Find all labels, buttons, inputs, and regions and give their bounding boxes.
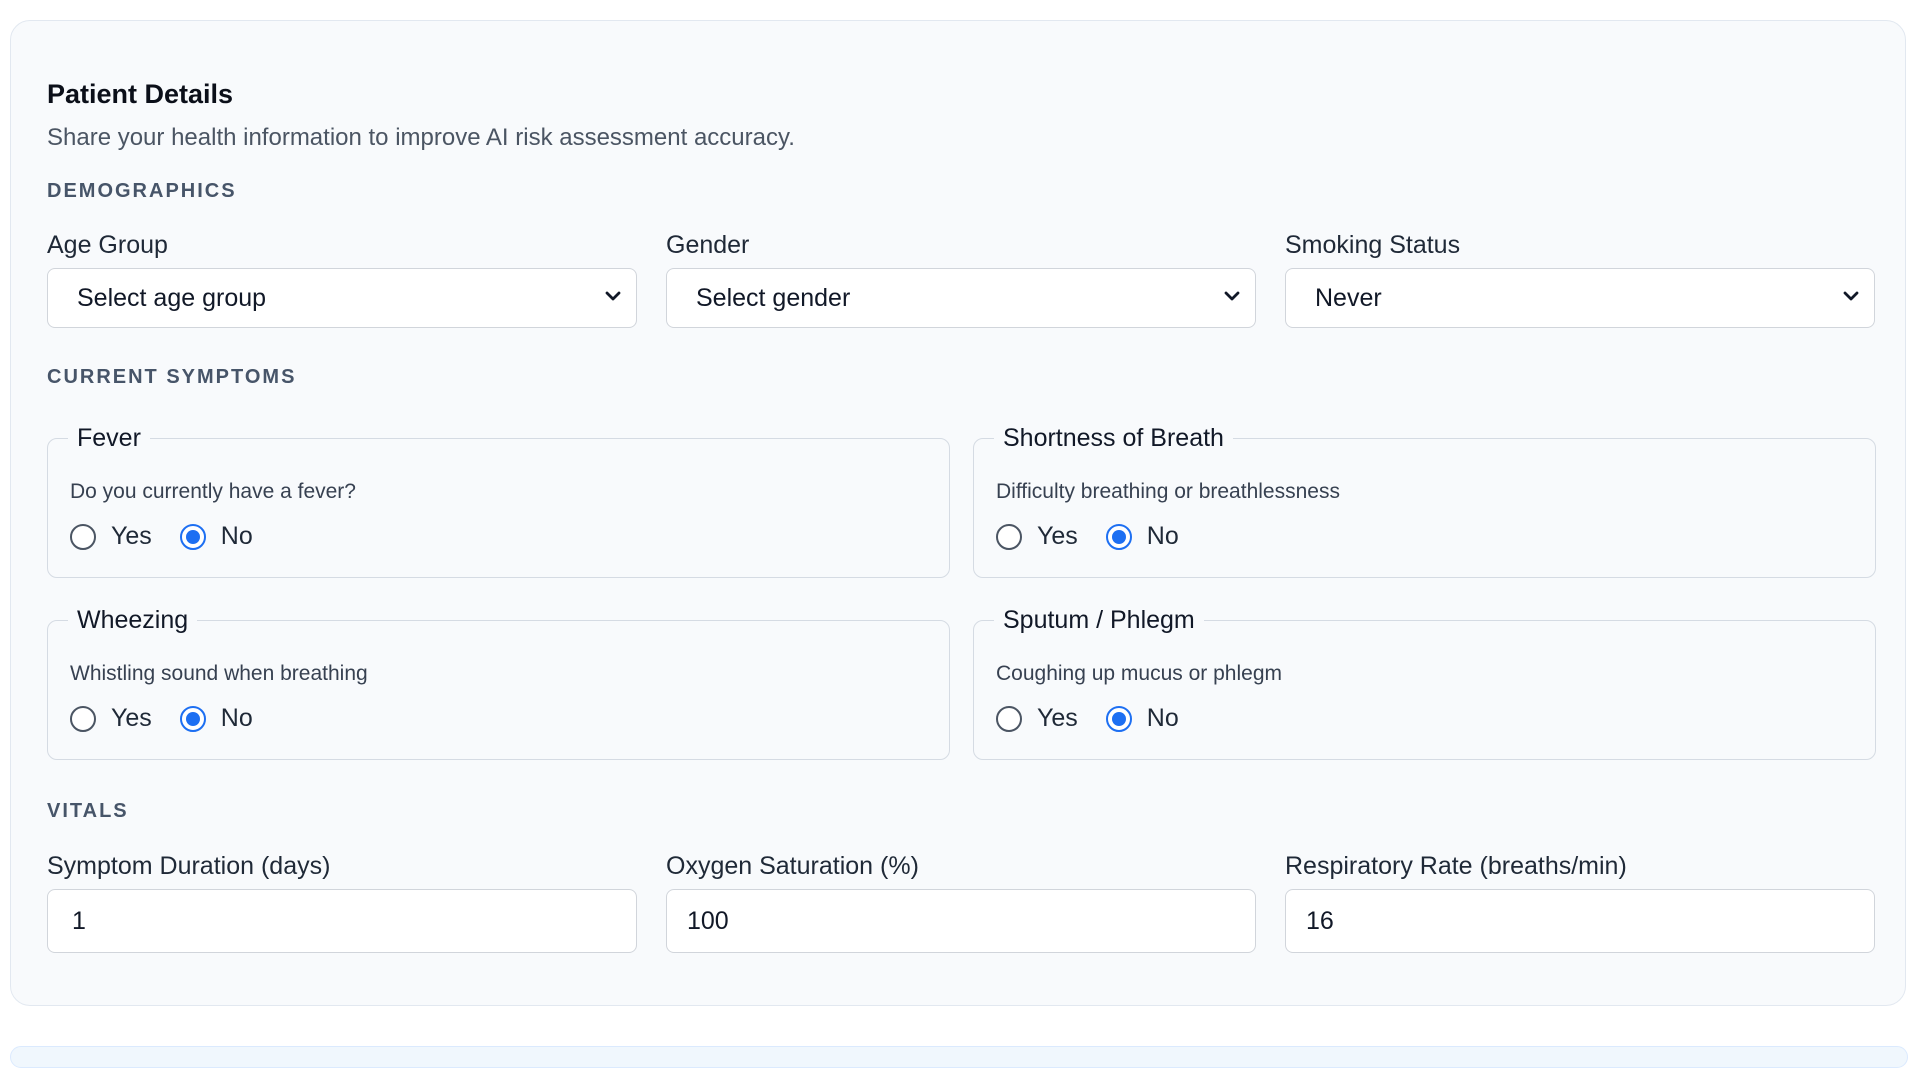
age-group-field: Age Group Select age group <box>47 229 637 328</box>
symptom-legend: Wheezing <box>68 603 198 637</box>
radio-label-no: No <box>1146 522 1179 550</box>
card-subtitle: Share your health information to improve… <box>47 124 795 151</box>
radio-label-yes: Yes <box>1037 704 1078 732</box>
radio-group: Yes No <box>996 704 1207 733</box>
symptoms-row-1: Fever Do you currently have a fever? Yes… <box>47 421 1876 578</box>
section-label-demographics: DEMOGRAPHICS <box>47 180 237 202</box>
symptom-description: Difficulty breathing or breathlessness <box>996 480 1340 503</box>
radio-no[interactable] <box>1105 523 1132 550</box>
chevron-down-icon <box>1843 291 1859 301</box>
radio-label-yes: Yes <box>111 704 152 732</box>
radio-group: Yes No <box>70 704 281 733</box>
symptom-duration-input[interactable]: 1 <box>47 889 637 953</box>
radio-option-yes[interactable]: Yes <box>70 522 152 551</box>
radio-label-yes: Yes <box>1037 522 1078 550</box>
oxygen-saturation-label: Oxygen Saturation (%) <box>666 852 919 880</box>
symptom-legend: Shortness of Breath <box>994 421 1233 455</box>
chevron-down-icon <box>1224 291 1240 301</box>
radio-option-yes[interactable]: Yes <box>996 704 1078 733</box>
oxygen-saturation-field: Oxygen Saturation (%) 100 <box>666 850 1256 953</box>
section-label-current-symptoms: CURRENT SYMPTOMS <box>47 366 297 388</box>
radio-no[interactable] <box>1105 705 1132 732</box>
smoking-status-label: Smoking Status <box>1285 231 1461 259</box>
symptom-duration-field: Symptom Duration (days) 1 <box>47 850 637 953</box>
symptom-description: Whistling sound when breathing <box>70 662 368 685</box>
symptom-legend: Fever <box>68 421 150 455</box>
symptom-fever: Fever Do you currently have a fever? Yes… <box>47 421 950 578</box>
radio-option-no[interactable]: No <box>179 704 253 733</box>
smoking-status-field: Smoking Status Never <box>1285 229 1875 328</box>
radio-label-yes: Yes <box>111 522 152 550</box>
vitals-row: Symptom Duration (days) 1 Oxygen Saturat… <box>47 850 1875 953</box>
symptom-duration-label: Symptom Duration (days) <box>47 852 331 880</box>
symptoms-row-2: Wheezing Whistling sound when breathing … <box>47 603 1876 760</box>
patient-details-card: Patient Details Share your health inform… <box>10 20 1906 1006</box>
radio-option-no[interactable]: No <box>1105 522 1179 551</box>
card-title: Patient Details <box>47 79 234 109</box>
radio-group: Yes No <box>996 522 1207 551</box>
gender-label: Gender <box>666 231 750 259</box>
respiratory-rate-field: Respiratory Rate (breaths/min) 16 <box>1285 850 1875 953</box>
smoking-status-select[interactable]: Never <box>1285 268 1875 328</box>
gender-select[interactable]: Select gender <box>666 268 1256 328</box>
symptom-description: Coughing up mucus or phlegm <box>996 662 1283 685</box>
symptom-wheezing: Wheezing Whistling sound when breathing … <box>47 603 950 760</box>
demographics-row: Age Group Select age group Gender Select… <box>47 229 1875 328</box>
symptom-description: Do you currently have a fever? <box>70 480 356 503</box>
section-label-vitals: VITALS <box>47 800 129 822</box>
radio-yes[interactable] <box>70 705 96 732</box>
age-group-select[interactable]: Select age group <box>47 268 637 328</box>
radio-yes[interactable] <box>996 523 1022 550</box>
radio-label-no: No <box>1146 704 1179 732</box>
radio-no[interactable] <box>179 705 206 732</box>
radio-no[interactable] <box>179 523 206 550</box>
smoking-status-value: Never <box>1315 283 1382 312</box>
age-group-label: Age Group <box>47 231 168 259</box>
symptom-shortness-of-breath: Shortness of Breath Difficulty breathing… <box>973 421 1876 578</box>
radio-label-no: No <box>220 704 253 732</box>
gender-value: Select gender <box>696 283 851 312</box>
radio-option-no[interactable]: No <box>179 522 253 551</box>
radio-yes[interactable] <box>70 523 96 550</box>
oxygen-saturation-input[interactable]: 100 <box>666 889 1256 953</box>
chevron-down-icon <box>605 291 621 301</box>
symptom-sputum-phlegm: Sputum / Phlegm Coughing up mucus or phl… <box>973 603 1876 760</box>
radio-option-yes[interactable]: Yes <box>70 704 152 733</box>
radio-yes[interactable] <box>996 705 1022 732</box>
radio-group: Yes No <box>70 522 281 551</box>
radio-option-yes[interactable]: Yes <box>996 522 1078 551</box>
respiratory-rate-input[interactable]: 16 <box>1285 889 1875 953</box>
gender-field: Gender Select gender <box>666 229 1256 328</box>
symptom-legend: Sputum / Phlegm <box>994 603 1204 637</box>
respiratory-rate-label: Respiratory Rate (breaths/min) <box>1285 852 1627 880</box>
age-group-value: Select age group <box>77 283 267 312</box>
radio-label-no: No <box>220 522 253 550</box>
next-card-edge <box>10 1046 1908 1068</box>
radio-option-no[interactable]: No <box>1105 704 1179 733</box>
